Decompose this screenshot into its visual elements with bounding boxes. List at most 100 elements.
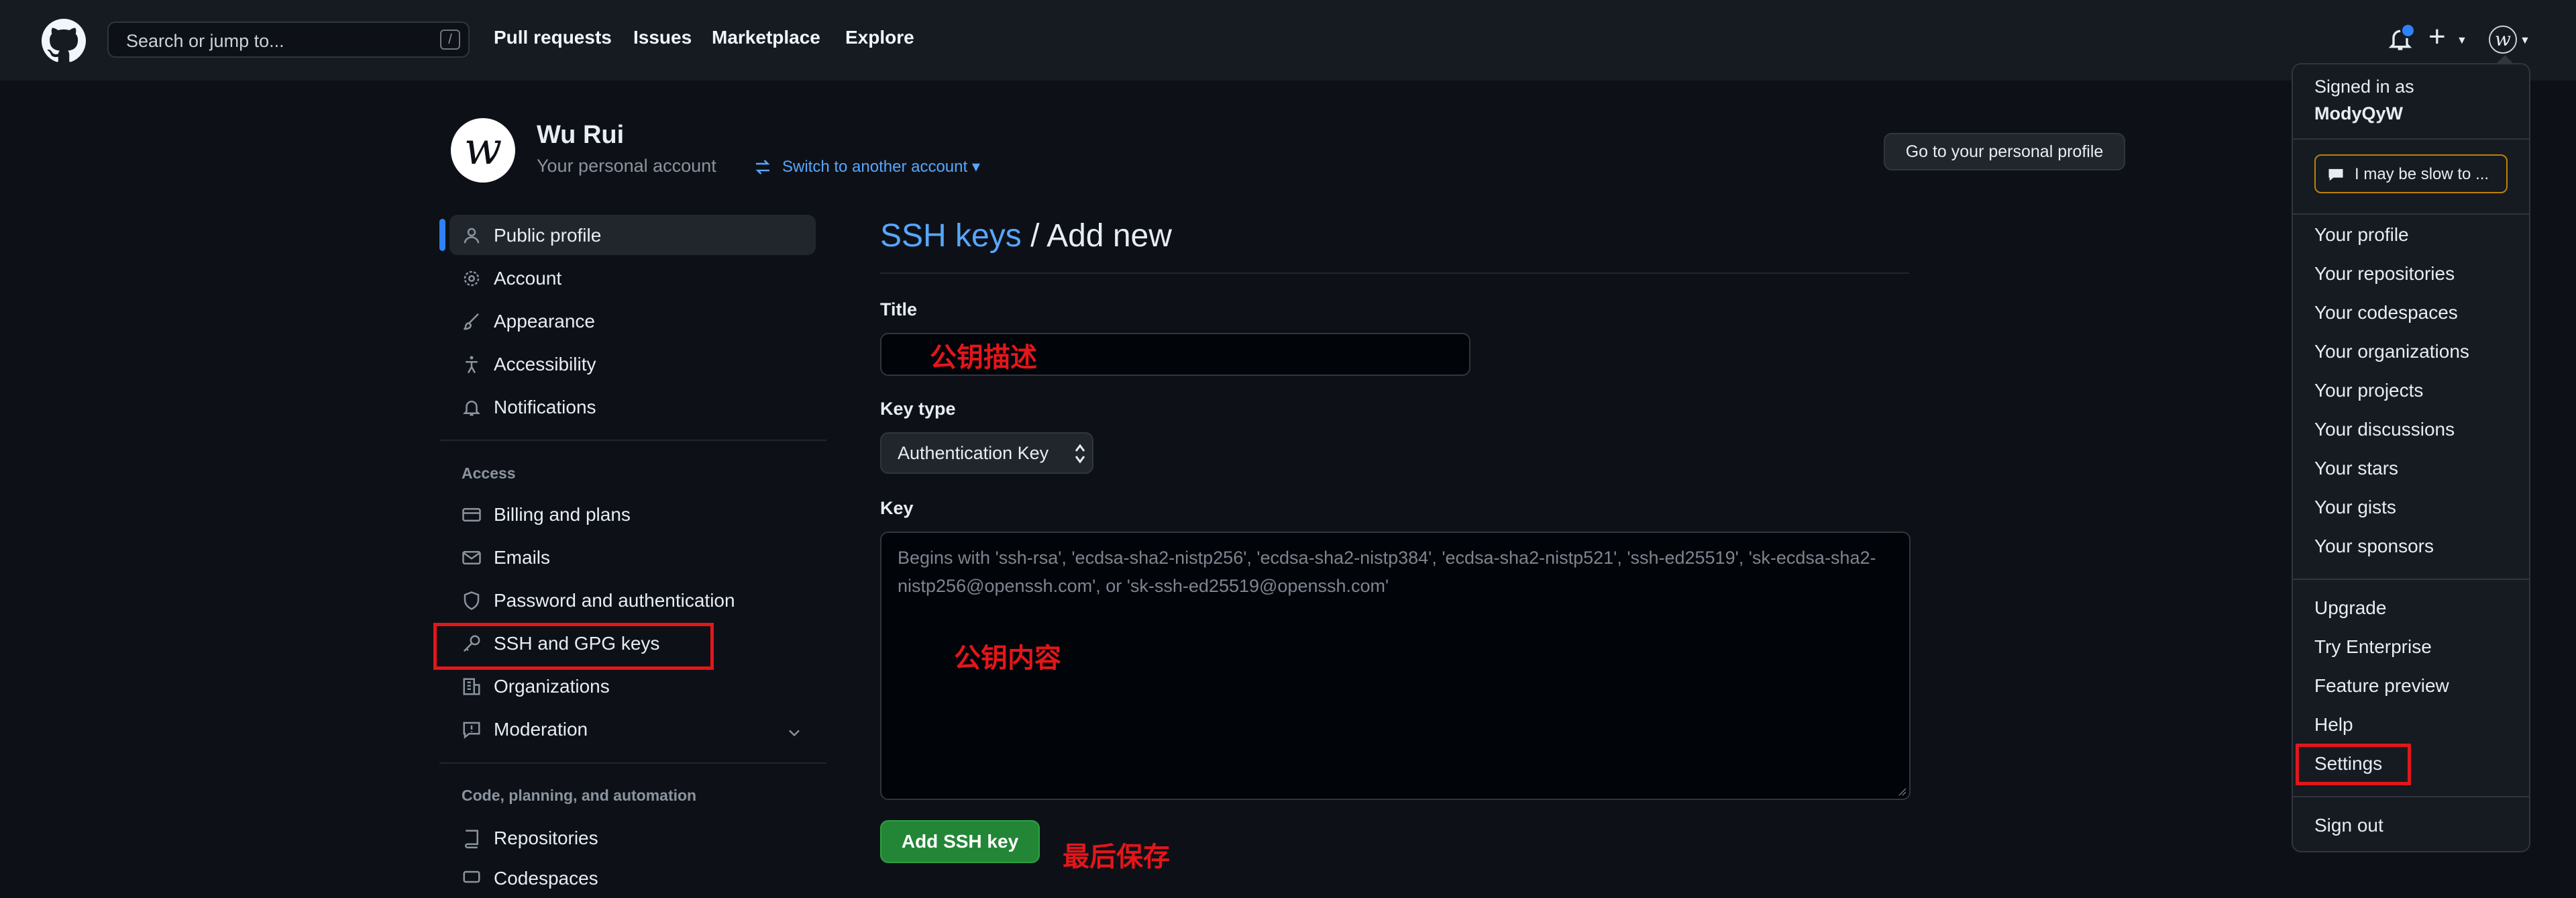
top-header: Search or jump to... / Pull requests Iss… — [0, 0, 2576, 81]
menu-item-your-discussions[interactable]: Your discussions — [2314, 419, 2455, 440]
sidebar-item-label: Emails — [494, 547, 551, 568]
key-type-label: Key type — [880, 399, 956, 419]
sidebar-item-codespaces[interactable]: Codespaces — [449, 858, 816, 898]
sidebar-item-label: Account — [494, 268, 562, 289]
sidebar-item-notifications[interactable]: Notifications — [449, 387, 816, 427]
page-title: SSH keys / Add new — [880, 217, 1172, 254]
status-text: I may be slow to ... — [2355, 165, 2489, 183]
sidebar-item-label: Repositories — [494, 828, 598, 848]
signed-in-username: ModyQyW — [2314, 103, 2403, 123]
gear-icon — [464, 270, 480, 287]
chevron-down-icon[interactable] — [785, 724, 804, 742]
sidebar-item-label: Codespaces — [494, 868, 598, 889]
key-type-select[interactable]: Authentication Key — [880, 432, 1093, 474]
sidebar-item-accessibility[interactable]: Accessibility — [449, 344, 816, 384]
menu-item-your-codespaces[interactable]: Your codespaces — [2314, 302, 2458, 323]
person-icon — [464, 228, 480, 244]
highlight-settings — [2296, 744, 2411, 785]
menu-divider — [2293, 796, 2529, 797]
account-subtitle: Your personal account — [537, 156, 716, 176]
sidebar-divider — [439, 762, 826, 764]
sidebar-item-moderation[interactable]: Moderation — [449, 709, 816, 749]
sidebar-section-access: Access — [462, 464, 516, 482]
annotation-key: 公钥内容 — [954, 644, 1061, 673]
go-to-profile-button[interactable]: Go to your personal profile — [1884, 133, 2125, 170]
nav-issues[interactable]: Issues — [633, 27, 692, 48]
menu-item-your-sponsors[interactable]: Your sponsors — [2314, 536, 2434, 557]
annotation-save: 最后保存 — [1063, 842, 1170, 872]
github-logo-icon[interactable] — [42, 19, 86, 63]
sidebar-item-label: Public profile — [494, 225, 602, 246]
accessibility-icon — [466, 356, 478, 374]
menu-item-your-organizations[interactable]: Your organizations — [2314, 341, 2469, 362]
menu-item-upgrade[interactable]: Upgrade — [2314, 597, 2386, 619]
sidebar-item-public-profile[interactable]: Public profile — [449, 215, 816, 255]
key-type-value: Authentication Key — [898, 443, 1049, 463]
chevron-down-icon: ▼ — [2520, 35, 2530, 46]
sidebar-item-label: Password and authentication — [494, 590, 735, 611]
search-placeholder: Search or jump to... — [126, 31, 284, 51]
menu-item-your-repositories[interactable]: Your repositories — [2314, 263, 2455, 285]
search-input[interactable]: Search or jump to... / — [107, 21, 470, 58]
sidebar-section-code: Code, planning, and automation — [462, 787, 697, 804]
set-status-button[interactable]: I may be slow to ... — [2314, 154, 2508, 193]
sidebar-item-account[interactable]: Account — [449, 258, 816, 298]
codespaces-icon — [463, 870, 480, 883]
search-shortcut-key: / — [440, 30, 460, 50]
sidebar-item-label: Appearance — [494, 311, 596, 332]
menu-item-your-profile[interactable]: Your profile — [2314, 224, 2409, 246]
speech-bubble-icon — [2328, 168, 2343, 181]
sidebar-item-repositories[interactable]: Repositories — [449, 817, 816, 858]
sidebar-item-label: Organizations — [494, 676, 610, 697]
menu-item-your-stars[interactable]: Your stars — [2314, 458, 2398, 479]
nav-explore[interactable]: Explore — [845, 27, 914, 48]
menu-item-your-projects[interactable]: Your projects — [2314, 380, 2423, 401]
user-avatar-button[interactable]: w — [2489, 26, 2517, 54]
sidebar-item-label: Billing and plans — [494, 504, 631, 525]
nav-pull-requests[interactable]: Pull requests — [494, 27, 612, 48]
sidebar-item-organizations[interactable]: Organizations — [449, 666, 816, 706]
sidebar-item-billing[interactable]: Billing and plans — [449, 494, 816, 534]
mail-icon — [462, 551, 481, 564]
switch-arrows-icon — [755, 160, 770, 174]
add-ssh-key-button[interactable]: Add SSH key — [880, 820, 1040, 863]
menu-divider — [2293, 579, 2529, 580]
menu-divider — [2293, 138, 2529, 140]
chevron-down-icon: ▼ — [2457, 35, 2467, 46]
highlight-ssh-gpg-keys — [433, 623, 714, 670]
sidebar-item-label: Notifications — [494, 397, 596, 417]
sidebar-divider — [439, 440, 826, 441]
account-name: Wu Rui — [537, 121, 625, 149]
sidebar-item-emails[interactable]: Emails — [449, 537, 816, 577]
shield-icon — [464, 591, 480, 610]
title-field-label: Title — [880, 299, 918, 319]
resize-handle-icon[interactable] — [1896, 785, 1907, 796]
title-divider — [880, 272, 1909, 274]
page-title-text: / Add new — [1021, 218, 1172, 254]
paintbrush-icon — [464, 313, 479, 330]
menu-item-help[interactable]: Help — [2314, 714, 2353, 736]
menu-item-feature-preview[interactable]: Feature preview — [2314, 675, 2449, 697]
nav-marketplace[interactable]: Marketplace — [712, 27, 820, 48]
credit-card-icon — [462, 508, 481, 521]
account-avatar: w — [451, 118, 515, 183]
repo-icon — [465, 830, 478, 848]
notification-indicator — [2400, 23, 2416, 38]
dropdown-caret — [2497, 55, 2513, 63]
sidebar-item-appearance[interactable]: Appearance — [449, 301, 816, 341]
switch-account-link[interactable]: Switch to another account ▾ — [782, 157, 980, 177]
create-new-button[interactable]: + — [2428, 20, 2446, 54]
menu-item-sign-out[interactable]: Sign out — [2314, 815, 2383, 836]
menu-divider — [2293, 213, 2529, 215]
signed-in-label: Signed in as — [2314, 77, 2414, 97]
sidebar-item-label: Accessibility — [494, 354, 596, 375]
breadcrumb-ssh-keys-link[interactable]: SSH keys — [880, 218, 1022, 254]
report-icon — [463, 721, 480, 739]
menu-item-try-enterprise[interactable]: Try Enterprise — [2314, 636, 2432, 658]
organization-icon — [463, 678, 480, 695]
annotation-title: 公钥描述 — [930, 343, 1037, 372]
menu-item-your-gists[interactable]: Your gists — [2314, 497, 2396, 518]
sidebar-item-password[interactable]: Password and authentication — [449, 580, 816, 620]
select-arrows-icon — [1075, 444, 1085, 464]
key-field-label: Key — [880, 498, 914, 518]
